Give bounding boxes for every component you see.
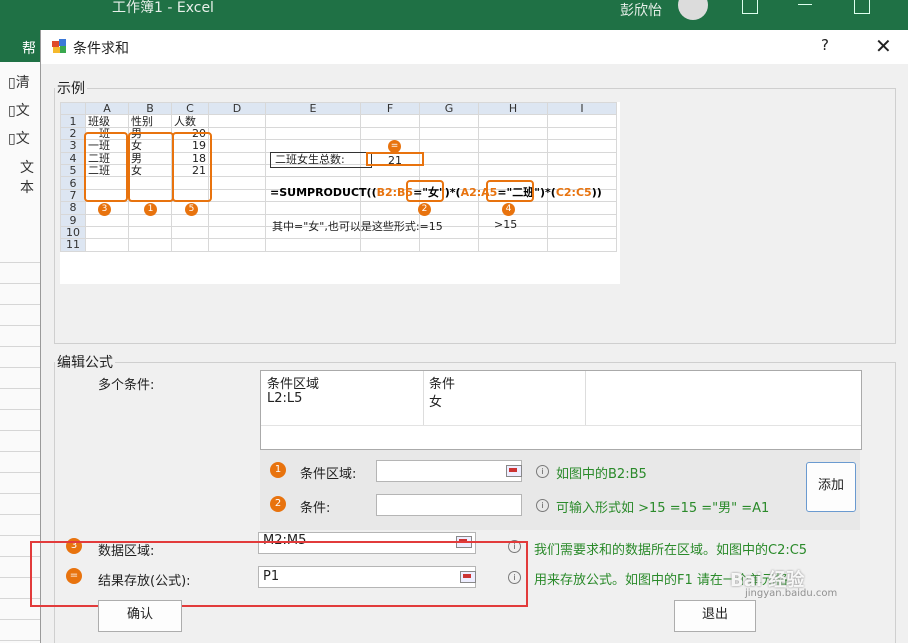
marker-1: 1 (144, 203, 157, 216)
condition-input[interactable] (376, 494, 522, 516)
step-1-icon: 1 (270, 462, 286, 478)
total-label: 二班女生总数: (270, 152, 372, 168)
list-header-range[interactable]: 条件区域 (267, 373, 319, 392)
condition-range-label: 条件区域: (300, 467, 357, 482)
list-cell-condition[interactable]: 女 (429, 391, 442, 410)
edit-formula-legend: 编辑公式 (57, 355, 113, 371)
watermark-url: jingyan.baidu.com (745, 588, 838, 599)
marker-4: 4 (502, 203, 515, 216)
range-highlight (172, 132, 212, 202)
info-icon: i (536, 465, 549, 478)
close-icon[interactable]: ✕ (875, 34, 892, 58)
bookmark-item[interactable]: ▯清 (8, 72, 30, 92)
multi-condition-label: 多个条件: (98, 378, 155, 393)
criteria-highlight (486, 180, 534, 202)
user-name[interactable]: 彭欣怡 (620, 0, 662, 20)
restore-icon[interactable] (854, 0, 870, 14)
condition-label: 条件: (300, 501, 331, 516)
highlight-box (30, 541, 528, 607)
range-highlight (128, 132, 174, 202)
side-text: 文本 (20, 160, 34, 196)
dialog-title: 条件求和 (73, 41, 129, 57)
ribbon-display-icon[interactable] (742, 0, 758, 14)
list-cell-range[interactable]: L2:L5 (267, 391, 302, 406)
condition-entry-panel (260, 450, 860, 530)
info-icon: i (536, 499, 549, 512)
list-header-condition[interactable]: 条件 (429, 373, 455, 392)
example-legend: 示例 (57, 81, 85, 97)
excel-title-bar: 工作簿1 - Excel 彭欣怡 (0, 0, 908, 32)
condition-range-tip: 如图中的B2:B5 (556, 467, 647, 482)
marker-3: 3 (98, 203, 111, 216)
marker-2: 2 (418, 203, 431, 216)
criteria-highlight (406, 180, 444, 202)
app-icon (52, 39, 66, 53)
minimize-icon[interactable] (798, 0, 812, 5)
range-highlight (84, 132, 128, 202)
condition-list[interactable]: 条件区域 条件 L2:L5 女 (260, 370, 862, 450)
range-select-icon[interactable] (506, 465, 522, 477)
exit-button[interactable]: 退出 (674, 600, 756, 632)
example-note-2: >15 (494, 218, 518, 231)
example-image: A B C D E F G H I 1 班级 性别 人数 2 一班男 20 3 一班女 19 … (60, 101, 620, 284)
avatar[interactable] (678, 0, 708, 20)
excel-window-title: 工作簿1 - Excel (112, 0, 214, 16)
add-button[interactable]: 添加 (806, 462, 856, 512)
marker-eq: = (388, 140, 401, 153)
condition-range-input[interactable] (376, 460, 522, 482)
row-divider (261, 425, 861, 426)
total-value: 21 (366, 152, 424, 167)
help-button[interactable]: ? (821, 36, 829, 54)
bookmark-item[interactable]: ▯文 (8, 100, 30, 120)
example-note: 其中="女",也可以是这些形式:=15 (272, 220, 443, 233)
marker-5: 5 (185, 203, 198, 216)
column-divider (423, 371, 424, 425)
condition-tip: 可输入形式如 >15 =15 ="男" =A1 (556, 501, 770, 516)
data-range-tip: 我们需要求和的数据所在区域。如图中的C2:C5 (534, 543, 808, 558)
ok-button[interactable]: 确认 (98, 600, 182, 632)
bookmark-item[interactable]: ▯文 (8, 128, 30, 148)
step-2-icon: 2 (270, 496, 286, 512)
column-divider (585, 371, 586, 425)
dialog-title-bar: 条件求和 ? ✕ (41, 30, 908, 64)
